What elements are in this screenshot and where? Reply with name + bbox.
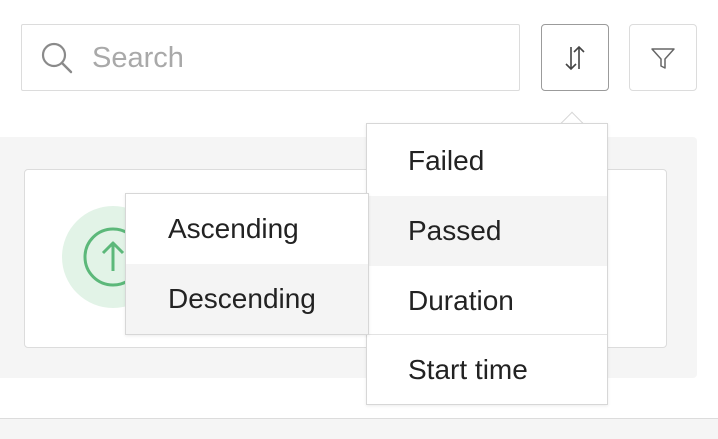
sort-menu-item-start-time[interactable]: Start time bbox=[367, 334, 607, 404]
sort-menu: Failed Passed Duration Start time bbox=[366, 123, 608, 405]
search-icon bbox=[41, 42, 73, 74]
bottom-divider bbox=[0, 418, 718, 439]
sort-menu-item-label: Failed bbox=[408, 145, 485, 176]
sort-menu-item-label: Duration bbox=[408, 285, 514, 316]
sort-menu-item-failed[interactable]: Failed bbox=[367, 126, 607, 196]
sort-order-label: Descending bbox=[168, 283, 316, 314]
sort-order-label: Ascending bbox=[168, 213, 299, 244]
sort-button[interactable] bbox=[541, 24, 609, 91]
sort-menu-item-label: Start time bbox=[408, 354, 528, 385]
sort-menu-item-label: Passed bbox=[408, 215, 502, 246]
sort-order-descending[interactable]: Descending bbox=[126, 264, 368, 334]
search-input[interactable] bbox=[92, 35, 502, 81]
sort-arrows-icon bbox=[565, 45, 585, 70]
filter-funnel-icon bbox=[651, 47, 675, 69]
sort-order-submenu: Ascending Descending bbox=[125, 193, 369, 335]
sort-order-ascending[interactable]: Ascending bbox=[126, 194, 368, 264]
search-box[interactable] bbox=[21, 24, 520, 91]
sort-menu-item-duration[interactable]: Duration bbox=[367, 266, 607, 336]
sort-menu-item-passed[interactable]: Passed bbox=[367, 196, 607, 266]
filter-button[interactable] bbox=[629, 24, 697, 91]
